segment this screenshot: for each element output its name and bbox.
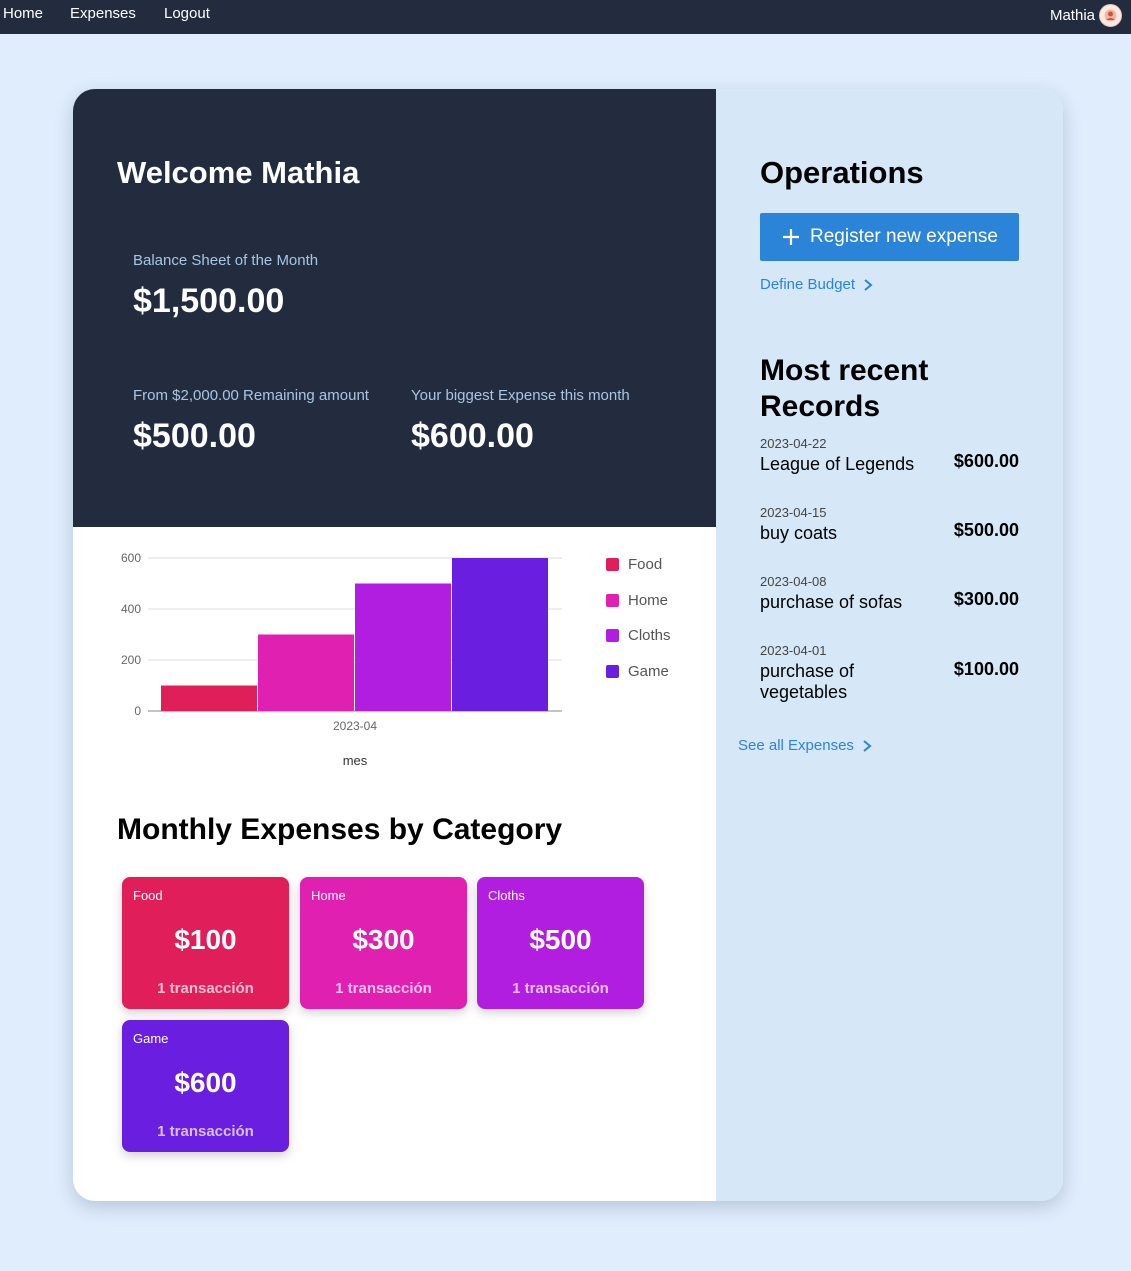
legend-item[interactable]: Food bbox=[606, 556, 662, 573]
biggest-expense-label: Your biggest Expense this month bbox=[411, 387, 630, 404]
legend-item[interactable]: Home bbox=[606, 592, 668, 609]
bar-cloths bbox=[355, 583, 451, 711]
category-card[interactable]: Cloths $500 1 transacción bbox=[477, 877, 644, 1009]
category-card[interactable]: Game $600 1 transacción bbox=[122, 1020, 289, 1152]
y-tick-label: 0 bbox=[134, 704, 141, 718]
categories-heading: Monthly Expenses by Category bbox=[117, 813, 563, 846]
plus-icon bbox=[783, 229, 799, 245]
register-expense-button[interactable]: Register new expense bbox=[760, 213, 1019, 261]
y-tick-label: 200 bbox=[121, 653, 141, 667]
legend-swatch bbox=[606, 629, 619, 642]
dashboard-card: Welcome Mathia Balance Sheet of the Mont… bbox=[73, 89, 1063, 1201]
category-transaction-count: 1 transacción bbox=[157, 1123, 254, 1140]
user-avatar-icon[interactable] bbox=[1099, 4, 1122, 27]
see-all-expenses-label: See all Expenses bbox=[738, 737, 854, 754]
record-amount: $300.00 bbox=[953, 589, 1019, 609]
category-card[interactable]: Home $300 1 transacción bbox=[300, 877, 467, 1009]
define-budget-link[interactable]: Define Budget bbox=[760, 276, 873, 293]
legend-item[interactable]: Game bbox=[606, 663, 669, 680]
chevron-right-icon bbox=[863, 739, 872, 752]
expenses-bar-chart: 0 200 400 600 2023-04 mes Food Home Cloths Game bbox=[73, 527, 716, 787]
record-amount: $500.00 bbox=[953, 520, 1019, 540]
operations-panel: Operations Register new expense Define B… bbox=[716, 89, 1063, 1201]
record-amount: $600.00 bbox=[953, 451, 1019, 471]
record-date: 2023-04-01 bbox=[760, 643, 827, 658]
register-expense-label: Register new expense bbox=[810, 226, 998, 247]
record-description: purchase of vegetables bbox=[760, 661, 855, 702]
x-axis-label: mes bbox=[343, 753, 368, 768]
record-description: League of Legends bbox=[760, 454, 915, 474]
balance-value: $1,500.00 bbox=[133, 282, 285, 320]
category-amount: $300 bbox=[352, 924, 415, 955]
category-transaction-count: 1 transacción bbox=[157, 980, 254, 997]
record-item[interactable]: 2023-04-15 buy coats $500.00 bbox=[760, 505, 1019, 544]
category-name: Cloths bbox=[488, 888, 525, 903]
record-amount: $100.00 bbox=[953, 659, 1019, 679]
user-menu[interactable]: Mathia bbox=[1050, 4, 1122, 27]
category-amount: $600 bbox=[174, 1067, 237, 1098]
see-all-expenses-link[interactable]: See all Expenses bbox=[738, 737, 872, 754]
x-tick-label: 2023-04 bbox=[333, 719, 377, 733]
record-date: 2023-04-08 bbox=[760, 574, 827, 589]
chart-svg: 0 200 400 600 2023-04 mes bbox=[121, 551, 562, 768]
category-transaction-count: 1 transacción bbox=[335, 980, 432, 997]
nav-logout-link[interactable]: Logout bbox=[164, 5, 210, 22]
bar-game bbox=[452, 558, 548, 711]
legend-label: Food bbox=[628, 556, 663, 573]
define-budget-label: Define Budget bbox=[760, 276, 856, 293]
y-tick-label: 600 bbox=[121, 551, 141, 565]
y-tick-label: 400 bbox=[121, 602, 141, 616]
category-amount: $500 bbox=[529, 924, 592, 955]
remaining-value: $500.00 bbox=[133, 417, 256, 455]
record-description: purchase of sofas bbox=[760, 592, 903, 612]
bar-food bbox=[161, 685, 257, 711]
category-name: Game bbox=[133, 1031, 169, 1046]
category-name: Food bbox=[133, 888, 163, 903]
remaining-label: From $2,000.00 Remaining amount bbox=[133, 387, 369, 404]
legend-label: Home bbox=[628, 592, 669, 609]
category-name: Home bbox=[311, 888, 346, 903]
operations-heading: Operations bbox=[760, 155, 924, 190]
record-item[interactable]: 2023-04-08 purchase of sofas $300.00 bbox=[760, 574, 1019, 613]
nav-expenses-link[interactable]: Expenses bbox=[70, 5, 136, 22]
record-description: buy coats bbox=[760, 523, 838, 543]
legend-label: Cloths bbox=[628, 627, 671, 644]
legend-swatch bbox=[606, 665, 619, 678]
welcome-heading: Welcome Mathia bbox=[117, 155, 360, 190]
legend-swatch bbox=[606, 594, 619, 607]
biggest-expense-value: $600.00 bbox=[411, 417, 534, 455]
summary-panel: Welcome Mathia Balance Sheet of the Mont… bbox=[73, 89, 716, 527]
category-card[interactable]: Food $100 1 transacción bbox=[122, 877, 289, 1009]
nav-home-link[interactable]: Home bbox=[3, 5, 43, 22]
record-date: 2023-04-15 bbox=[760, 505, 827, 520]
chevron-right-icon bbox=[864, 278, 873, 291]
user-name: Mathia bbox=[1049, 7, 1095, 24]
legend-item[interactable]: Cloths bbox=[606, 627, 671, 644]
record-date: 2023-04-22 bbox=[760, 436, 827, 451]
legend-label: Game bbox=[628, 663, 669, 680]
recent-records-heading: Most recent Records bbox=[760, 354, 929, 423]
balance-label: Balance Sheet of the Month bbox=[133, 252, 319, 269]
bar-home bbox=[258, 634, 354, 711]
legend-swatch bbox=[606, 558, 619, 571]
record-item[interactable]: 2023-04-01 purchase of vegetables $100.00 bbox=[760, 643, 1019, 703]
category-transaction-count: 1 transacción bbox=[512, 980, 609, 997]
top-navbar: Home Expenses Logout Mathia bbox=[0, 0, 1131, 34]
record-item[interactable]: 2023-04-22 League of Legends $600.00 bbox=[760, 436, 1019, 475]
category-amount: $100 bbox=[174, 924, 237, 955]
